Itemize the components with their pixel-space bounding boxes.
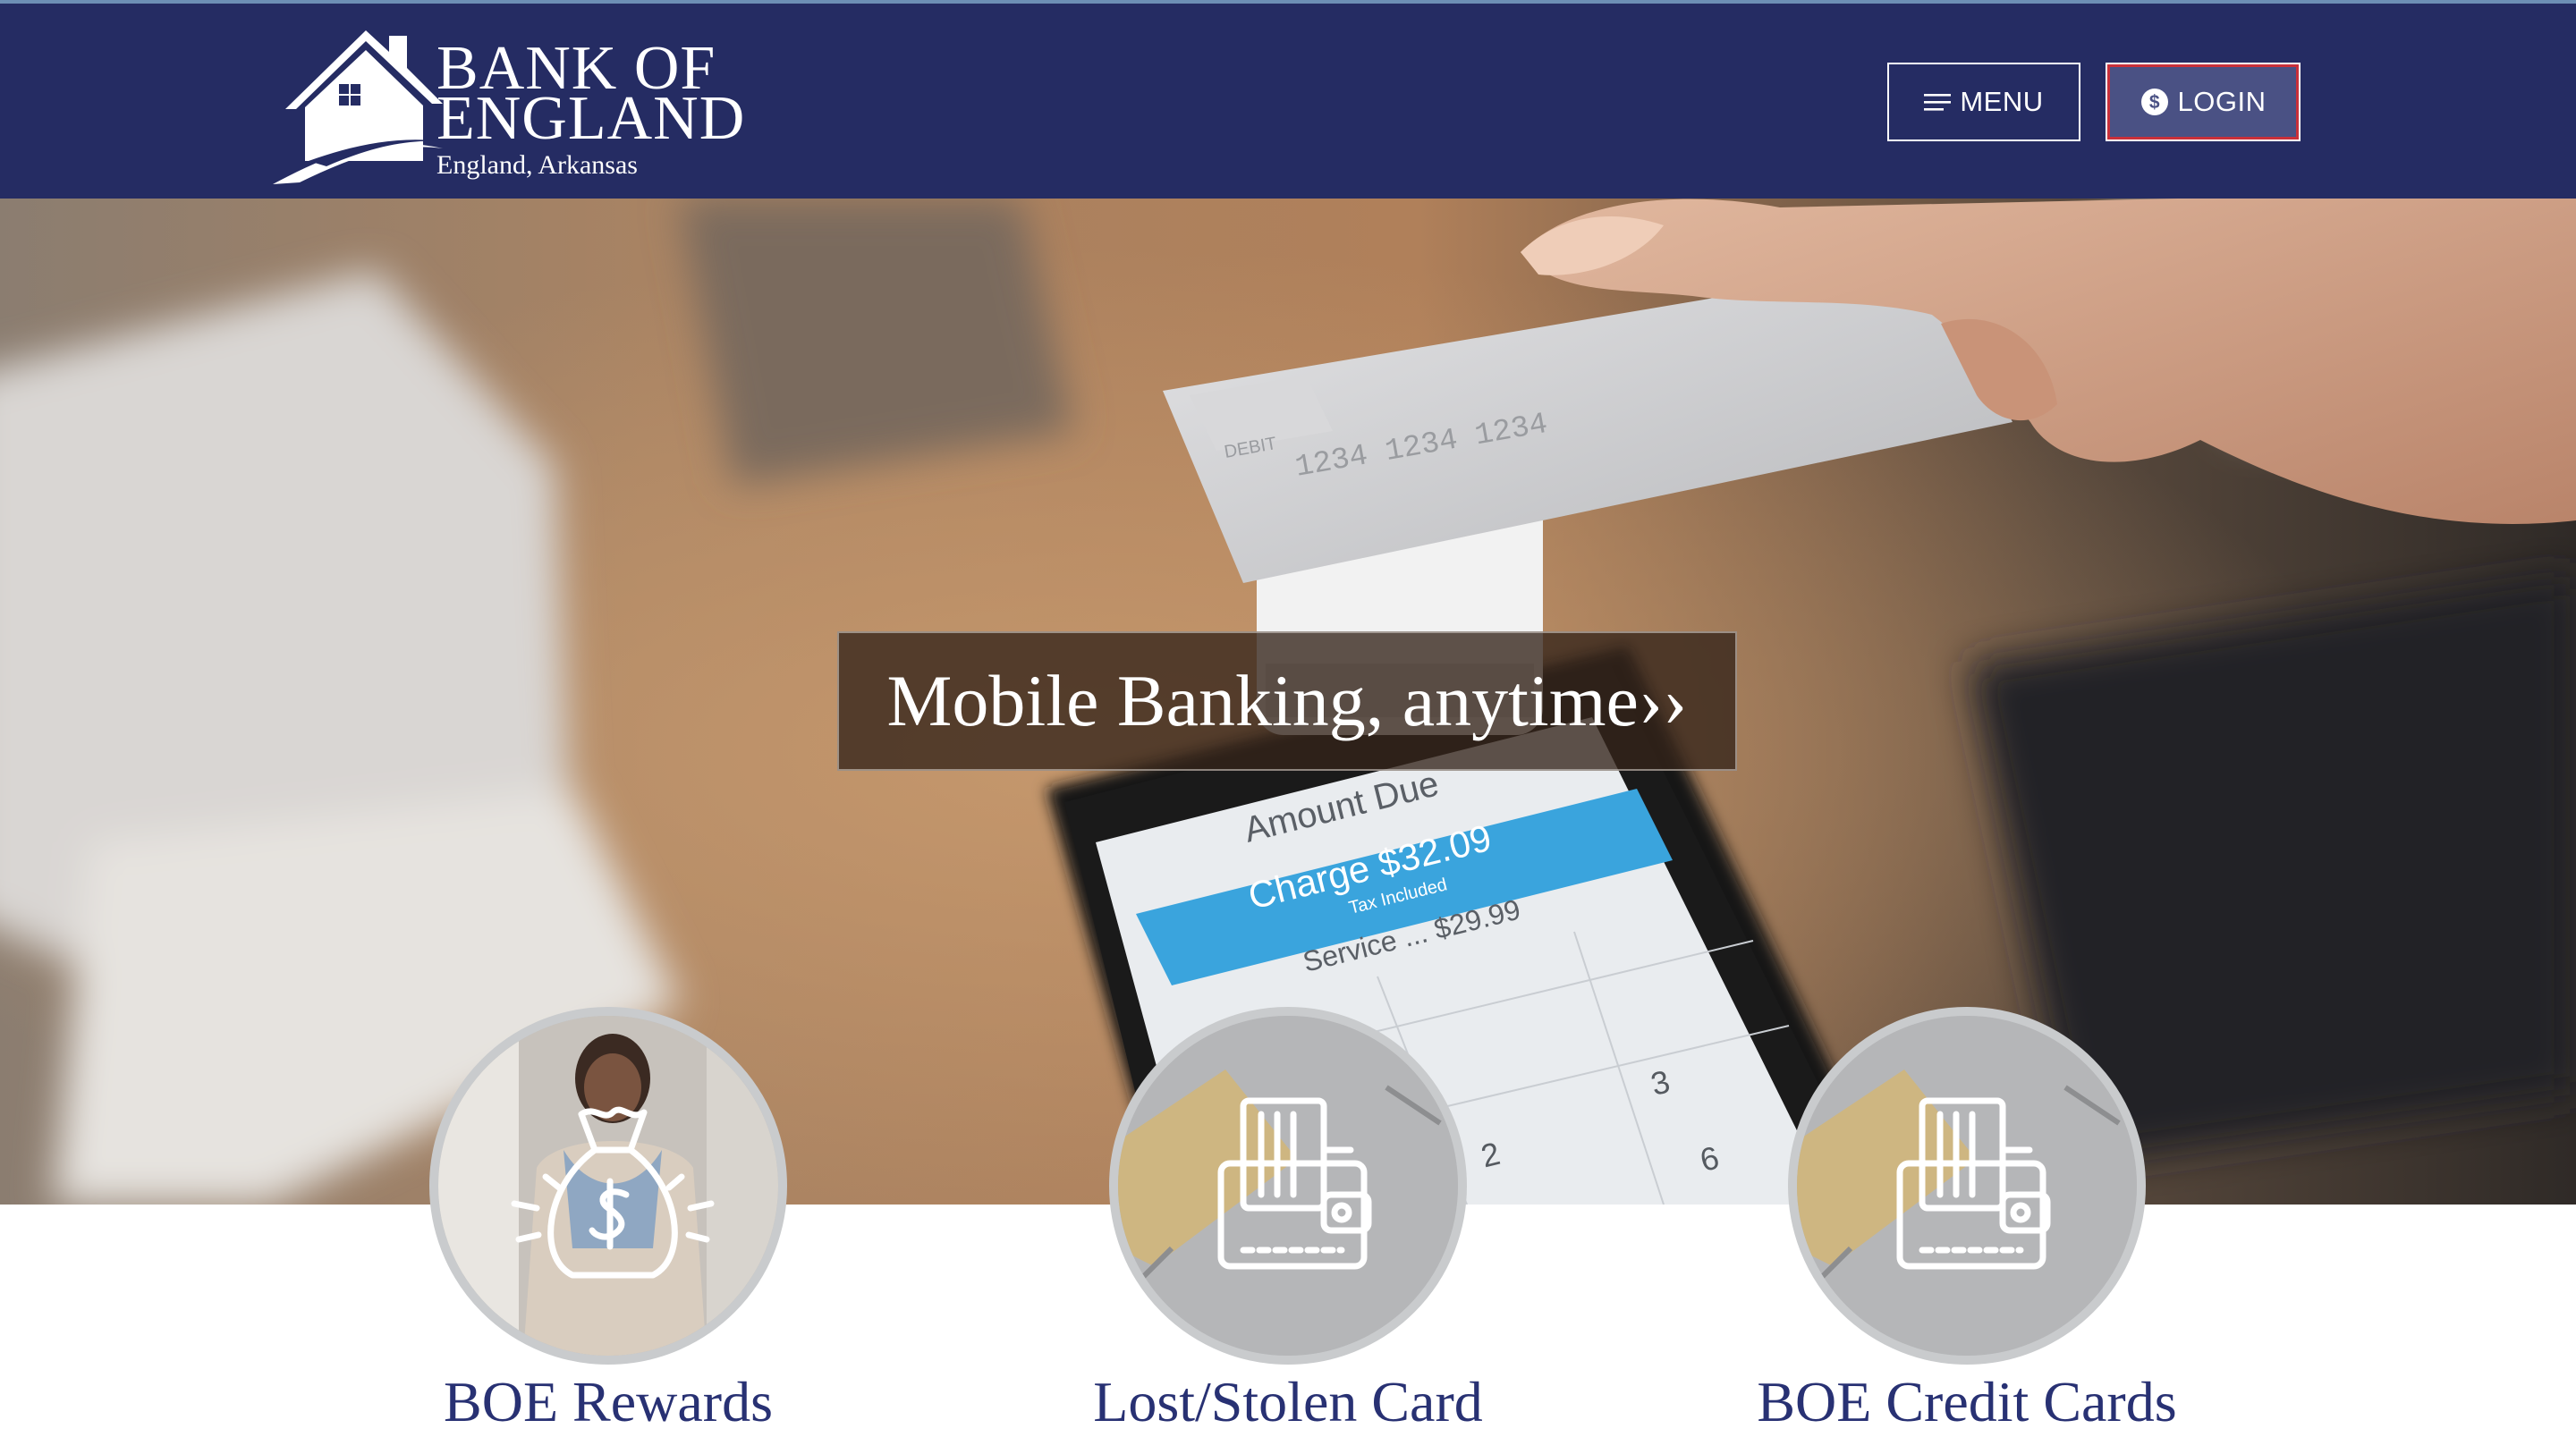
logo-title-line2: ENGLAND <box>436 84 746 153</box>
rewards-circle-image <box>429 1007 787 1365</box>
feature-label-credit-cards: BOE Credit Cards <box>1757 1370 2177 1433</box>
page: BANK OF ENGLAND England, Arkansas MENU $ <box>0 0 2576 1454</box>
lost-card-circle-image <box>1109 1007 1467 1365</box>
mobile-banking-banner[interactable]: Mobile Banking, anytime›› <box>837 631 1737 771</box>
feature-boe-credit-cards[interactable]: BOE Credit Cards <box>1734 1007 2199 1454</box>
card-wallet-icon <box>1797 1016 2137 1356</box>
login-button[interactable]: $ LOGIN <box>2106 63 2301 141</box>
bank-logo[interactable]: BANK OF ENGLAND England, Arkansas <box>273 27 774 188</box>
logo-subtitle: England, Arkansas <box>436 150 638 180</box>
login-button-label: LOGIN <box>2177 86 2267 117</box>
card-wallet-icon <box>1118 1016 1458 1356</box>
feature-label-lost-stolen: Lost/Stolen Card <box>1093 1370 1483 1433</box>
dollar-coin-icon: $ <box>2140 88 2169 116</box>
hamburger-icon <box>1924 92 1952 112</box>
svg-text:$: $ <box>2148 92 2159 113</box>
site-header: BANK OF ENGLAND England, Arkansas MENU $ <box>0 0 2576 199</box>
credit-cards-circle-image <box>1788 1007 2146 1365</box>
feature-lost-stolen-card[interactable]: Lost/Stolen Card <box>1055 1007 1521 1454</box>
feature-boe-rewards[interactable]: BOE Rewards <box>376 1007 841 1454</box>
feature-label-rewards: BOE Rewards <box>444 1370 773 1433</box>
menu-button[interactable]: MENU <box>1887 63 2080 141</box>
money-bag-icon <box>438 1016 778 1356</box>
menu-button-label: MENU <box>1960 86 2044 117</box>
house-logo-icon <box>273 30 443 184</box>
